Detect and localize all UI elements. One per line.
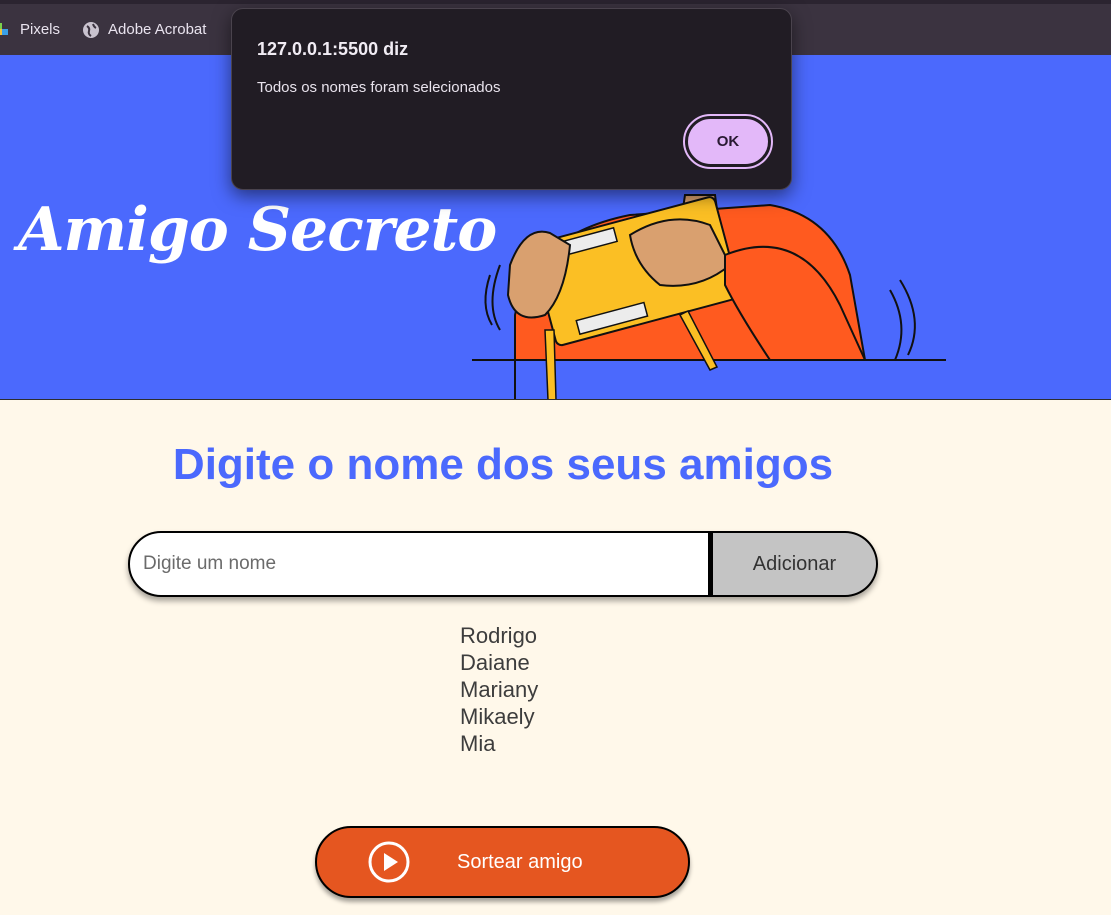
add-button[interactable]: Adicionar [710, 531, 878, 597]
list-item: Mikaely [460, 704, 535, 729]
pixels-icon [0, 21, 12, 39]
add-friend-group: Adicionar [128, 531, 878, 597]
bookmark-adobe-acrobat[interactable]: Adobe Acrobat [82, 15, 206, 45]
section-title: Digite o nome dos seus amigos [172, 440, 834, 489]
alert-title: 127.0.0.1:5500 diz [257, 39, 409, 59]
list-item: Mia [460, 731, 496, 756]
list-item: Daiane [460, 650, 530, 675]
friends-list: Rodrigo Daiane Mariany Mikaely Mia [460, 622, 538, 757]
person-holding-gift-illustration [472, 182, 946, 399]
ok-button[interactable]: OK [683, 114, 773, 169]
play-circle-icon [368, 841, 410, 883]
name-input[interactable] [128, 531, 710, 597]
hero-title: Amigo Secreto [18, 195, 497, 265]
draw-button-label: Sortear amigo [457, 850, 583, 873]
list-item: Rodrigo [460, 623, 538, 648]
globe-icon [82, 21, 100, 39]
list-item: Mariany [460, 677, 539, 702]
draw-friend-button[interactable]: Sortear amigo [315, 826, 690, 898]
bookmark-pixels[interactable]: Pixels [0, 15, 60, 45]
alert-message: Todos os nomes foram selecionados [257, 79, 501, 96]
alert-dialog: 127.0.0.1:5500 diz Todos os nomes foram … [231, 8, 792, 190]
bookmark-label: Pixels [20, 21, 61, 38]
bookmark-label: Adobe Acrobat [108, 21, 207, 38]
